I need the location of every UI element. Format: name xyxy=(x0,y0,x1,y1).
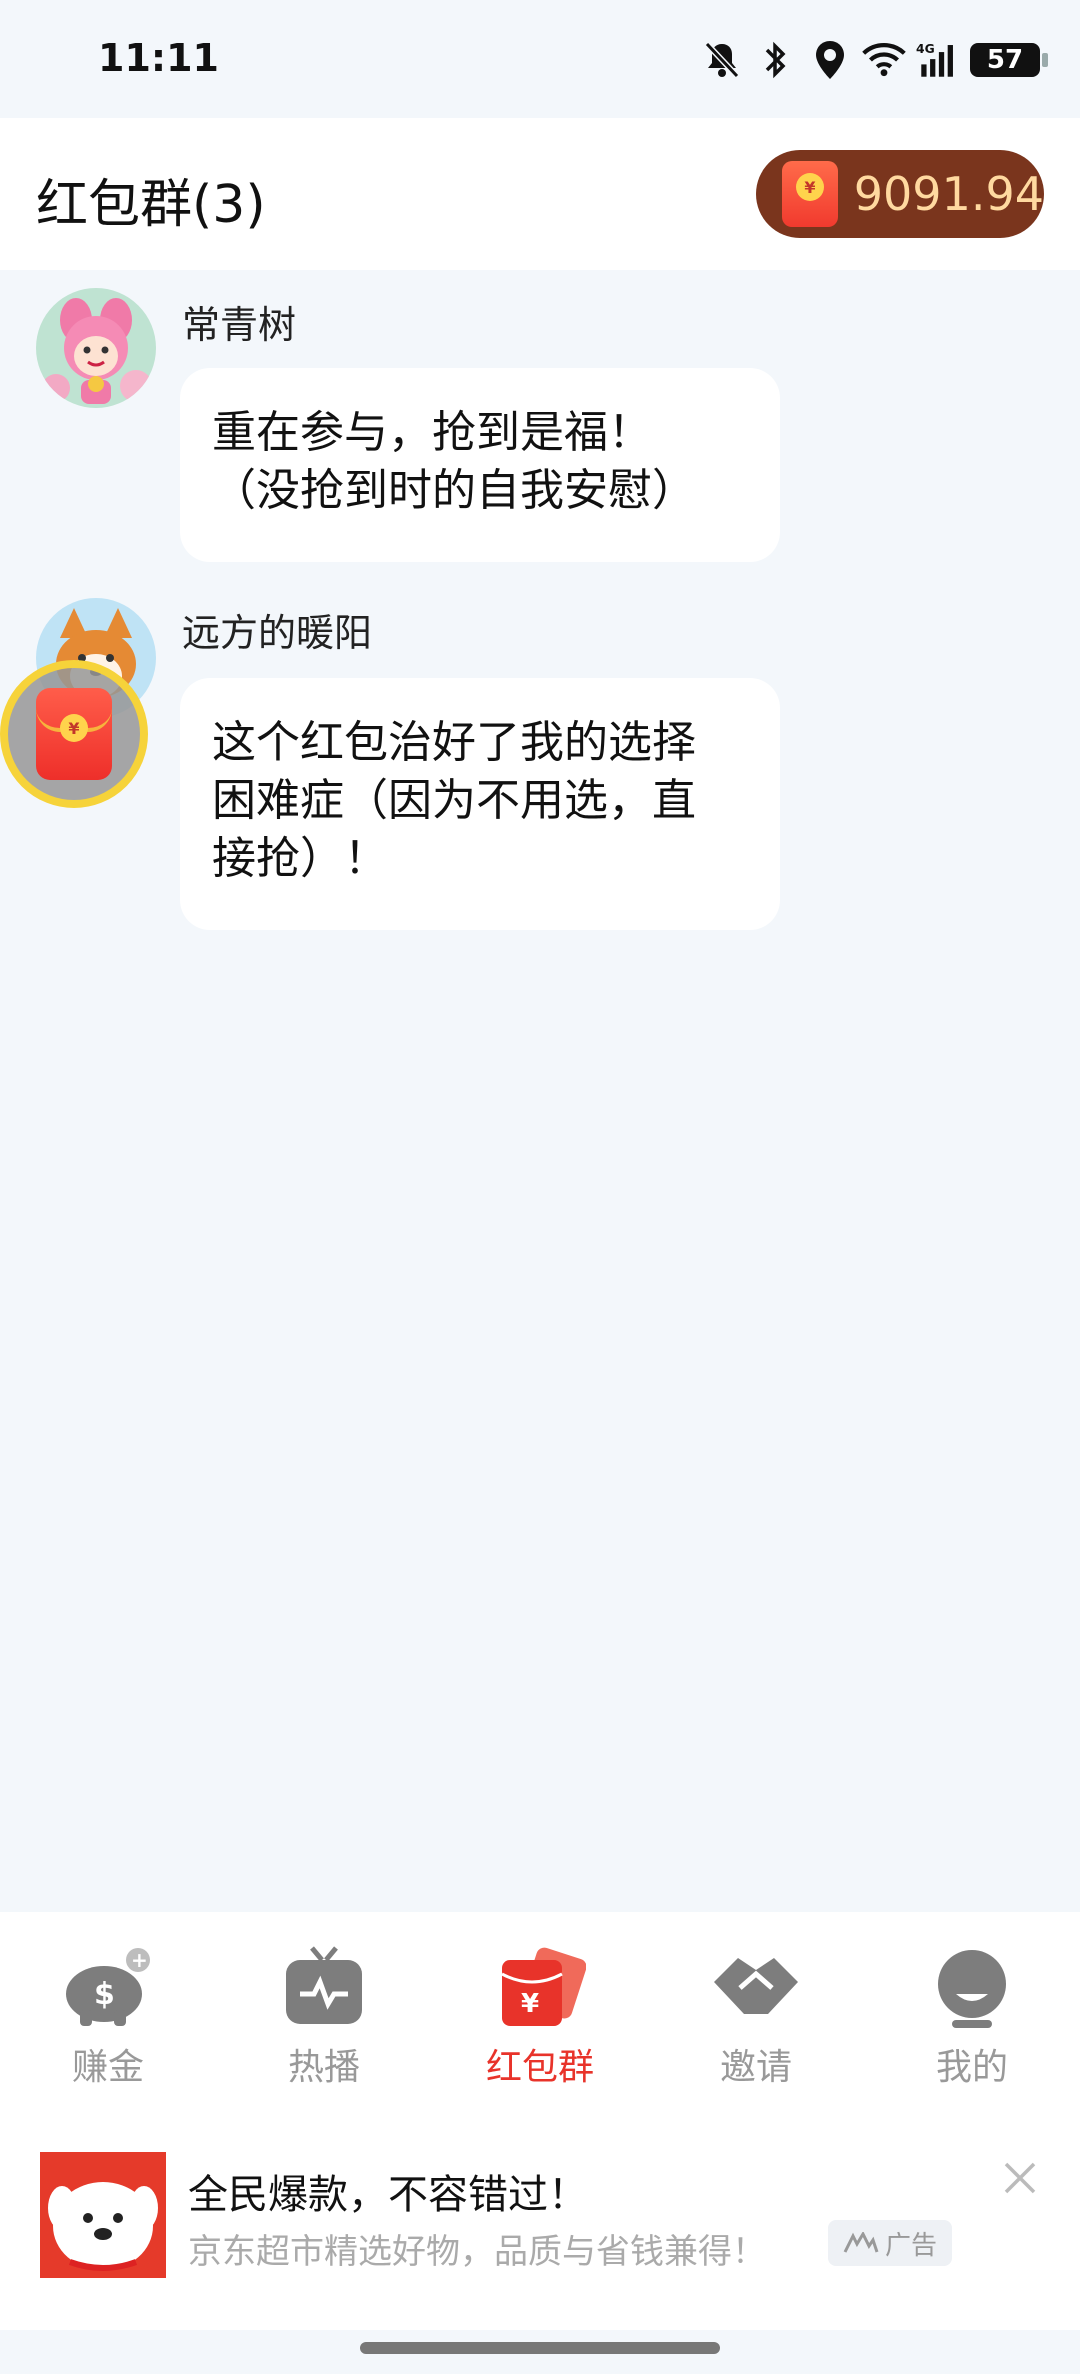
red-envelope-icon: ¥ xyxy=(36,688,112,780)
message-text: （没抢到时的自我安慰） xyxy=(212,465,696,516)
nav-label: 热播 xyxy=(287,2047,360,2088)
status-bar: 11:11 4G 57 xyxy=(0,0,1080,118)
balance-amount: 9091.94 xyxy=(853,167,1044,221)
ad-title: 全民爆款，不容错过！ xyxy=(188,2172,588,2218)
nav-label: 我的 xyxy=(935,2047,1008,2088)
avatar[interactable] xyxy=(36,288,156,408)
ad-logo-icon xyxy=(843,2232,879,2253)
battery-icon: 57 xyxy=(970,43,1048,77)
nav-item-red-packet-group[interactable]: ¥ 红包群 xyxy=(432,1912,648,2122)
nav-item-earn[interactable]: $ + 赚金 xyxy=(0,1912,216,2122)
message-text: 困难症（因为不用选，直 xyxy=(212,775,696,826)
handshake-icon xyxy=(710,1944,802,2030)
ad-badge-label: 广告 xyxy=(884,2230,937,2261)
red-envelope-icon: ¥ xyxy=(782,161,838,227)
page-header: 红包群(3) ¥ 9091.94 xyxy=(0,118,1080,270)
red-envelope-icon: ¥ xyxy=(494,1944,586,2030)
message-bubble: 重在参与，抢到是福！ （没抢到时的自我安慰） xyxy=(180,368,780,562)
ad-badge: 广告 xyxy=(828,2220,952,2266)
page-title: 红包群(3) xyxy=(36,175,266,235)
ad-subtitle: 京东超市精选好物，品质与省钱兼得！ xyxy=(188,2232,766,2272)
nav-item-invite[interactable]: 邀请 xyxy=(648,1912,864,2122)
svg-text:¥: ¥ xyxy=(521,1989,539,2019)
message-bubble: 这个红包治好了我的选择 困难症（因为不用选，直 接抢）！ xyxy=(180,678,780,930)
ad-banner[interactable]: 全民爆款，不容错过！ 京东超市精选好物，品质与省钱兼得！ 广告 xyxy=(0,2122,1080,2330)
cellular-4g-icon: 4G xyxy=(916,38,960,82)
svg-text:$: $ xyxy=(94,1977,115,2012)
nav-label: 红包群 xyxy=(485,2047,594,2088)
nav-label: 邀请 xyxy=(719,2047,792,2088)
bottom-nav: $ + 赚金 热播 ¥ 红包群 邀请 我的 xyxy=(0,1912,1080,2122)
bell-off-icon xyxy=(700,38,744,82)
close-icon[interactable] xyxy=(996,2154,1044,2202)
sender-name: 常青树 xyxy=(182,303,297,347)
sender-name: 远方的暖阳 xyxy=(182,611,373,655)
floating-red-envelope-button[interactable]: ¥ xyxy=(0,660,148,808)
message-text: 接抢）！ xyxy=(212,833,388,884)
location-icon xyxy=(808,38,852,82)
balance-button[interactable]: ¥ 9091.94 xyxy=(756,150,1044,238)
nav-item-mine[interactable]: 我的 xyxy=(864,1912,1080,2122)
svg-text:+: + xyxy=(131,1948,148,1972)
nav-item-hot[interactable]: 热播 xyxy=(216,1912,432,2122)
status-time: 11:11 xyxy=(98,36,219,80)
status-icons: 4G 57 xyxy=(700,30,1048,90)
home-indicator[interactable] xyxy=(360,2342,720,2354)
bluetooth-icon xyxy=(754,38,798,82)
nav-label: 赚金 xyxy=(71,2047,144,2088)
profile-icon xyxy=(926,1944,1018,2030)
message-text: 这个红包治好了我的选择 xyxy=(212,717,696,768)
tv-icon xyxy=(278,1944,370,2030)
ad-image xyxy=(40,2152,166,2278)
message-text: 重在参与，抢到是福！ xyxy=(212,407,652,458)
svg-text:4G: 4G xyxy=(916,42,935,56)
piggy-bank-icon: $ + xyxy=(62,1944,154,2030)
wifi-icon xyxy=(862,38,906,82)
